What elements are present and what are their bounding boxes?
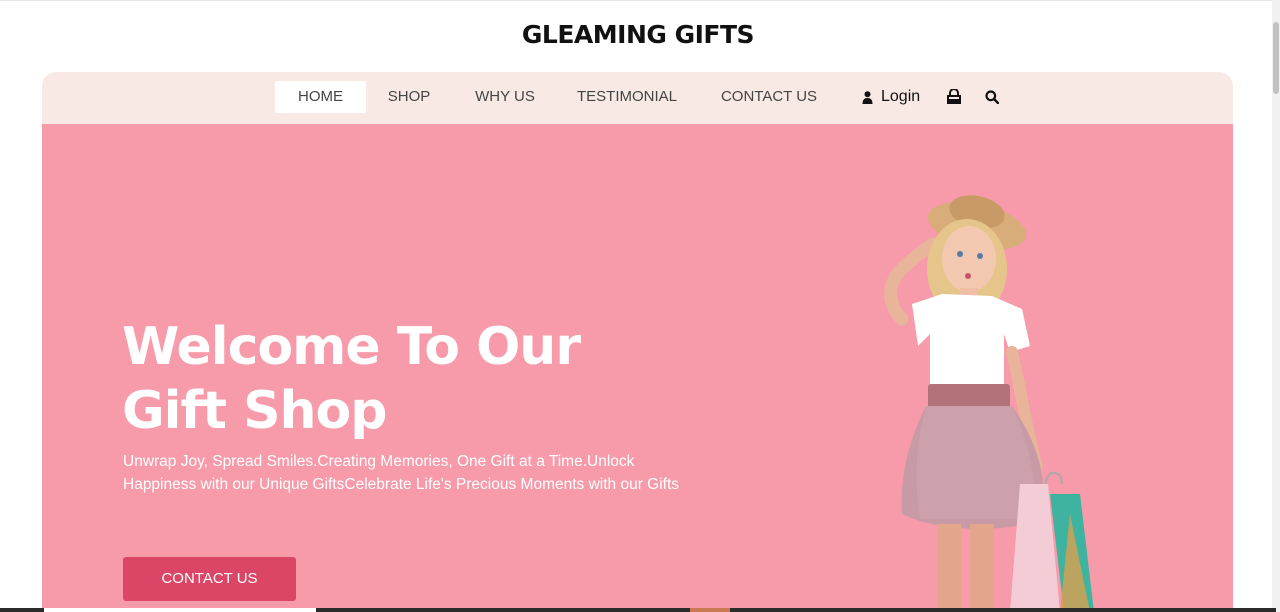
- bottom-strip: [0, 608, 1276, 612]
- bottom-strip-segment: [44, 608, 316, 612]
- login-link[interactable]: Login: [862, 81, 920, 113]
- shopping-bag-icon[interactable]: [945, 87, 963, 107]
- hero-girl-image: [832, 184, 1112, 612]
- login-label: Login: [881, 88, 921, 105]
- hero-title: Welcome To Our Gift Shop: [122, 315, 682, 443]
- nav-item-contact-us[interactable]: CONTACT US: [712, 81, 826, 113]
- scrollbar-thumb[interactable]: [1273, 22, 1279, 94]
- user-icon: [862, 90, 873, 104]
- main-navbar: HOME SHOP WHY US TESTIMONIAL CONTACT US …: [42, 72, 1233, 124]
- bottom-strip-segment: [690, 608, 730, 612]
- hero-banner: Welcome To Our Gift Shop Unwrap Joy, Spr…: [42, 124, 1233, 612]
- nav-item-why-us[interactable]: WHY US: [467, 81, 543, 113]
- hero-description: Unwrap Joy, Spread Smiles.Creating Memor…: [123, 453, 680, 493]
- contact-us-button[interactable]: CONTACT US: [123, 557, 296, 601]
- nav-item-home[interactable]: HOME: [275, 81, 366, 113]
- nav-item-shop[interactable]: SHOP: [377, 81, 441, 113]
- hero-title-line-1: Welcome To Our: [122, 317, 581, 377]
- top-border: [0, 0, 1280, 4]
- hero-title-line-2: Gift Shop: [122, 381, 388, 441]
- search-icon[interactable]: [983, 88, 1001, 106]
- brand-logo[interactable]: GLEAMING GIFTS: [0, 20, 1276, 49]
- vertical-scrollbar[interactable]: [1272, 0, 1280, 612]
- nav-item-testimonial[interactable]: TESTIMONIAL: [571, 81, 683, 113]
